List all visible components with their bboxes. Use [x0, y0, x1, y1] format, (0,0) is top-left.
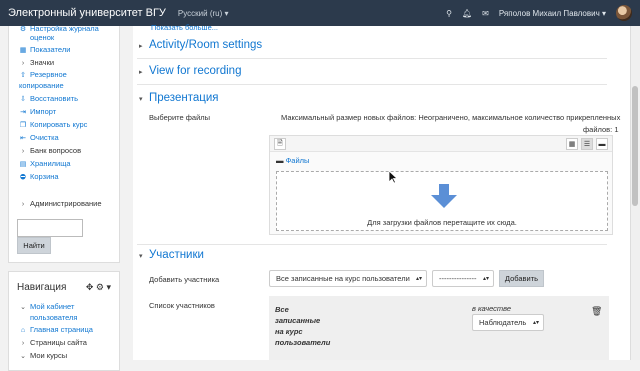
participant-list: Все записанные на курс пользователи в ка…: [269, 296, 609, 360]
gear-icon[interactable]: ⚙: [96, 282, 104, 292]
add-participant-button[interactable]: Добавить: [499, 270, 544, 287]
add-file-icon[interactable]: 🗎︎: [274, 138, 286, 150]
chevron-down-icon: ⌄: [20, 353, 26, 360]
select-arrow-icon: ▴▾: [482, 276, 489, 282]
list-view-icon[interactable]: ☰: [581, 138, 593, 150]
choose-files-label: Выберите файлы: [149, 113, 211, 122]
administration-block: ⚙ Настройка журнала оценок ▦ Показатели › З…: [8, 24, 120, 263]
top-navbar: Электронный университет ВГУ Русский (ru)…: [0, 0, 640, 26]
move-icon[interactable]: ✥: [86, 282, 94, 292]
trash-icon: ⛔︎: [20, 174, 26, 181]
home-icon: ⌂: [20, 327, 26, 334]
sidebar-item-gradebook-setup-cont[interactable]: оценок: [19, 33, 54, 43]
chevron-right-icon: ›: [21, 201, 25, 208]
language-menu[interactable]: Русский (ru) ▾: [178, 9, 229, 18]
as-role-label: в качестве: [472, 304, 512, 313]
add-participant-label: Добавить участника: [149, 275, 220, 284]
section-presentation[interactable]: ▾ Презентация: [139, 92, 218, 104]
sidebar-item-badges[interactable]: › Значки: [19, 58, 54, 69]
download-icon: ⇩: [20, 96, 26, 103]
file-manager: 🗎︎ ▦ ☰ ▬ ▬ Файлы Для загрузки файлов пер…: [269, 135, 613, 235]
chat-icon[interactable]: ✉: [482, 9, 489, 18]
nav-item-home[interactable]: ⌂ Главная страница: [19, 325, 93, 336]
sidebar-item-reset[interactable]: ⇤ Очистка: [19, 133, 59, 144]
sidebar-item-outcomes[interactable]: ▦ Показатели: [19, 45, 71, 56]
section-view-for-recording[interactable]: ▸ View for recording: [139, 65, 241, 77]
scrollbar-thumb[interactable]: [632, 86, 638, 206]
folder-path[interactable]: ▬ Файлы: [276, 156, 309, 165]
file-limits-text-cont: файлов: 1: [583, 125, 619, 134]
sidebar-item-recycle-bin[interactable]: ⛔︎ Корзина: [19, 172, 59, 183]
sidebar-item-copy-course[interactable]: ❐ Копировать курс: [19, 120, 88, 131]
upload-icon: ⇧: [20, 72, 26, 79]
chevron-down-icon: ⌄: [20, 304, 26, 311]
folder-icon: ▬: [276, 156, 284, 165]
bell-icon[interactable]: 🔔︎: [462, 9, 472, 18]
divider: [137, 244, 607, 245]
sidebar-item-question-bank[interactable]: › Банк вопросов: [19, 146, 81, 157]
chevron-right-icon: ▸: [139, 69, 143, 76]
divider: [137, 84, 607, 85]
chevron-right-icon: ›: [21, 340, 25, 347]
search-button[interactable]: Найти: [17, 237, 51, 254]
avatar[interactable]: [616, 5, 632, 21]
import-icon: ⇥: [20, 109, 26, 116]
role-select[interactable]: --------------- ▴▾: [432, 270, 494, 287]
nav-item-my-courses[interactable]: ⌄ Мои курсы: [19, 351, 67, 362]
navigation-block: Навигация ✥ ⚙ ▾ ⌄ Мой кабинет пользовател…: [8, 271, 120, 371]
chevron-down-icon: ▾: [139, 253, 143, 260]
storage-icon: ▤: [19, 161, 27, 168]
main-content: Показать больше... ▸ Activity/Room settin…: [133, 23, 630, 360]
scrollbar[interactable]: [630, 26, 640, 360]
chevron-right-icon: ›: [21, 148, 25, 155]
chevron-right-icon: ▸: [139, 43, 143, 50]
chevron-right-icon: ›: [21, 60, 25, 67]
sidebar-item-backup[interactable]: ⇧ Резервное: [19, 70, 67, 81]
chevron-down-icon[interactable]: ▾: [106, 282, 111, 292]
sidebar-item-repositories[interactable]: ▤ Хранилища: [19, 159, 71, 170]
download-arrow-icon: [431, 184, 457, 208]
nav-item-dashboard[interactable]: ⌄ Мой кабинет: [19, 302, 74, 313]
admin-search-input[interactable]: [17, 219, 83, 237]
left-column: ⚙ Настройка журнала оценок ▦ Показатели › З…: [0, 24, 125, 371]
nav-item-site-pages[interactable]: › Страницы сайта: [19, 338, 87, 349]
show-more-link[interactable]: Показать больше...: [151, 23, 218, 32]
drop-hint: Для загрузки файлов перетащите их сюда.: [367, 218, 517, 227]
section-activity-settings[interactable]: ▸ Activity/Room settings: [139, 39, 262, 51]
trash-icon[interactable]: 🗑︎: [591, 306, 602, 317]
section-participants[interactable]: ▾ Участники: [139, 249, 204, 261]
divider: [137, 58, 607, 59]
file-drop-zone[interactable]: Для загрузки файлов перетащите их сюда.: [276, 171, 608, 231]
sidebar-item-import[interactable]: ⇥ Импорт: [19, 107, 56, 118]
chevron-down-icon: ▾: [139, 96, 143, 103]
participant-entry: Все записанные на курс пользователи: [275, 305, 331, 347]
sidebar-item-backup-cont[interactable]: копирование: [19, 81, 64, 91]
sidebar-item-restore[interactable]: ⇩ Восстановить: [19, 94, 78, 105]
select-arrow-icon: ▴▾: [532, 320, 539, 326]
search-icon[interactable]: ⚲: [446, 9, 452, 18]
copy-icon: ❐: [19, 122, 27, 129]
sidebar-item-site-admin[interactable]: › Администрирование: [19, 199, 102, 210]
mouse-cursor-icon: [389, 171, 398, 184]
user-menu[interactable]: Ряполов Михаил Павлович ▾: [499, 9, 606, 18]
grid-view-icon[interactable]: ▦: [566, 138, 578, 150]
participant-select[interactable]: Все записанные на курс пользователи ▴▾: [269, 270, 427, 287]
folder-view-icon[interactable]: ▬: [596, 138, 608, 150]
file-manager-toolbar: 🗎︎ ▦ ☰ ▬: [270, 136, 612, 152]
participant-role-select[interactable]: Наблюдатель ▴▾: [472, 314, 544, 331]
select-arrow-icon: ▴▾: [415, 276, 422, 282]
reset-icon: ⇤: [20, 135, 26, 142]
navigation-title: Навигация: [17, 282, 67, 293]
site-title[interactable]: Электронный университет ВГУ: [8, 7, 166, 19]
block-controls[interactable]: ✥ ⚙ ▾: [86, 282, 111, 293]
nav-item-dashboard-cont[interactable]: пользователя: [19, 313, 78, 323]
file-limits-text: Максимальный размер новых файлов: Неогра…: [281, 113, 621, 122]
table-icon: ▦: [19, 47, 27, 54]
participant-list-label: Список участников: [149, 301, 215, 310]
